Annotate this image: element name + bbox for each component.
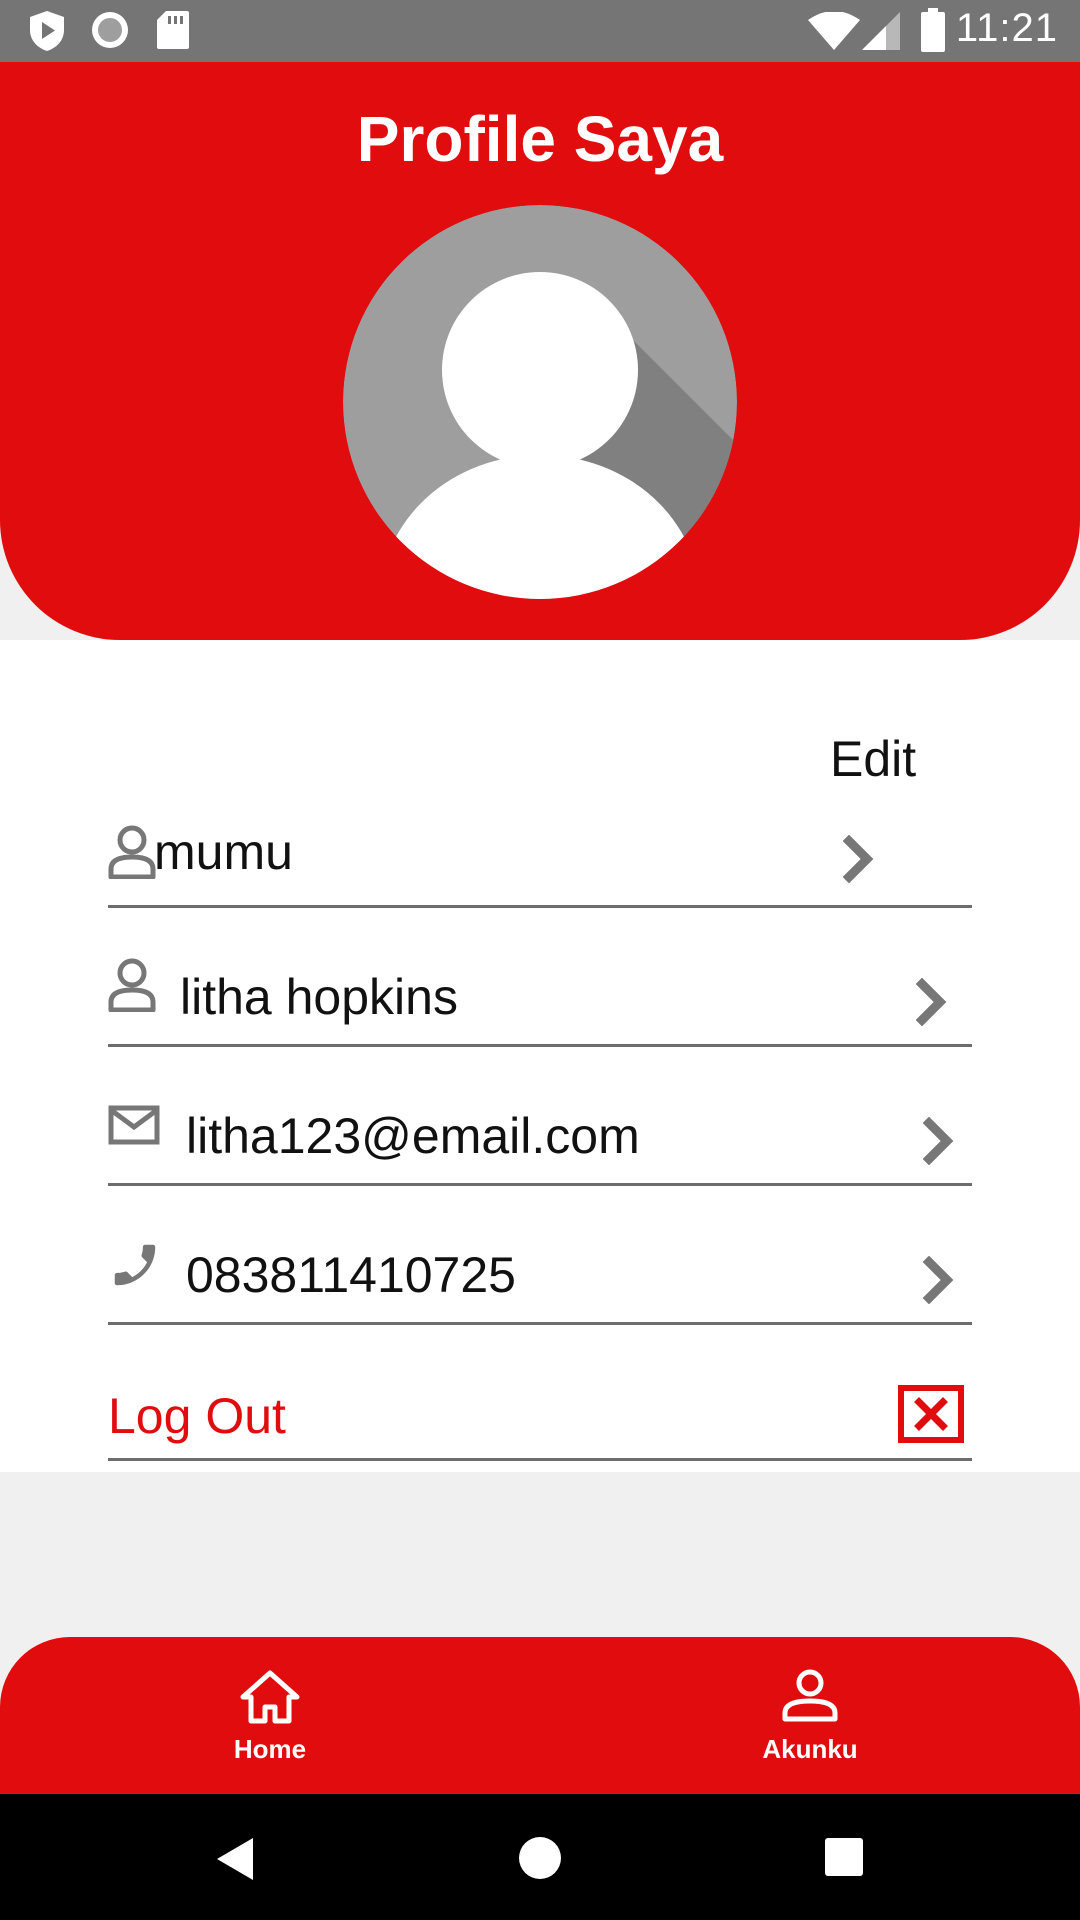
field-value-email: litha123@email.com — [186, 1108, 640, 1164]
recents-icon[interactable] — [824, 1837, 864, 1882]
play-protect-icon — [28, 10, 66, 57]
nav-label-home: Home — [233, 1734, 307, 1764]
field-value-fullname: litha hopkins — [180, 969, 458, 1025]
account-icon — [780, 1669, 840, 1729]
chevron-right-icon — [922, 1255, 955, 1309]
signal-icon — [862, 12, 900, 55]
logout-label: Log Out — [108, 1388, 286, 1444]
nav-item-home[interactable]: Home — [170, 1667, 370, 1765]
logout-row[interactable]: Log Out — [108, 1375, 972, 1461]
status-bar: 11:21 — [0, 0, 1080, 62]
nav-item-akunku[interactable]: Akunku — [710, 1667, 910, 1765]
chevron-right-icon — [922, 1116, 955, 1170]
record-icon — [90, 10, 130, 55]
wifi-icon — [808, 11, 860, 55]
mail-icon — [108, 1105, 160, 1150]
chevron-right-icon — [842, 834, 875, 888]
clock-time: 11:21 — [955, 6, 1058, 50]
field-value-phone: 083811410725 — [186, 1247, 516, 1303]
page-title: Profile Saya — [356, 103, 724, 175]
field-row-email[interactable]: litha123@email.com — [108, 1093, 972, 1186]
person-icon — [108, 825, 156, 884]
edit-button[interactable]: Edit — [830, 730, 916, 788]
battery-icon — [920, 8, 946, 57]
nav-label-akunku: Akunku — [762, 1734, 858, 1764]
field-row-fullname[interactable]: litha hopkins — [108, 954, 972, 1047]
profile-header: Profile Saya — [0, 62, 1080, 640]
profile-content: Edit mumu litha hopkins litha123@email.c… — [0, 640, 1080, 1472]
field-row-phone[interactable]: 083811410725 — [108, 1232, 972, 1325]
home-circle-icon[interactable] — [518, 1836, 562, 1885]
field-value-username: mumu — [154, 824, 293, 880]
home-icon — [237, 1670, 303, 1729]
sd-card-icon — [156, 10, 190, 55]
avatar[interactable] — [343, 205, 737, 599]
chevron-right-icon — [915, 977, 948, 1031]
person-icon — [108, 958, 156, 1017]
phone-icon — [108, 1238, 162, 1297]
bottom-nav: Home Akunku — [0, 1637, 1080, 1794]
close-box-icon[interactable] — [898, 1385, 964, 1448]
back-icon[interactable] — [215, 1836, 255, 1887]
system-nav-bar — [0, 1794, 1080, 1920]
field-row-username[interactable]: mumu — [108, 815, 972, 908]
